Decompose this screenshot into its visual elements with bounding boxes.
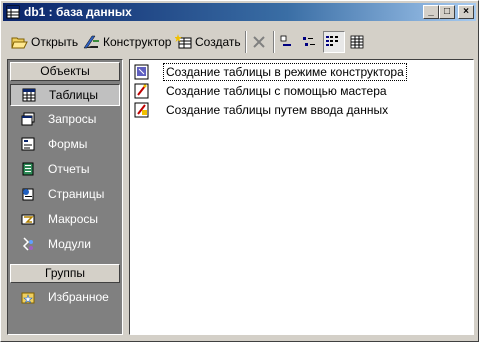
list-item-label: Создание таблицы с помощью мастера — [166, 84, 387, 98]
list-item[interactable]: Создание таблицы в режиме конструктора — [134, 63, 407, 81]
database-window: db1 : база данных _ □ × Открыть Конструк… — [0, 0, 479, 342]
list-item-label: Создание таблицы путем ввода данных — [166, 103, 389, 117]
create-icon — [175, 34, 192, 49]
objects-item-label: Страницы — [48, 187, 105, 201]
query-icon — [21, 112, 35, 126]
form-icon — [21, 137, 35, 151]
list-item[interactable]: Создание таблицы путем ввода данных — [134, 101, 390, 119]
design-icon — [83, 35, 99, 49]
open-label: Открыть — [31, 35, 79, 49]
objects-item-pages[interactable]: Страницы — [10, 183, 120, 205]
window-title: db1 : база данных — [24, 5, 132, 19]
groups-header[interactable]: Группы — [10, 264, 120, 283]
delete-icon — [253, 36, 265, 48]
delete-button[interactable] — [251, 31, 269, 53]
minimize-button[interactable]: _ — [423, 5, 439, 19]
objects-item-label: Модули — [48, 237, 91, 251]
objects-bar: Объекты Таблицы Запросы Формы Отчеты Стр… — [7, 59, 123, 335]
objects-item-label: Формы — [48, 137, 88, 151]
page-icon — [22, 188, 34, 201]
open-icon — [11, 37, 28, 49]
wizard-shortcut-icon — [134, 83, 149, 99]
objects-item-macros[interactable]: Макросы — [10, 208, 120, 230]
objects-item-queries[interactable]: Запросы — [10, 108, 120, 130]
list-icon — [326, 36, 338, 46]
list-view-button[interactable] — [323, 31, 345, 53]
create-label: Создать — [195, 35, 241, 49]
small-icons-button[interactable] — [301, 31, 319, 53]
groups-item-label: Избранное — [48, 290, 109, 304]
create-button[interactable]: Создать — [175, 31, 241, 53]
objects-item-label: Таблицы — [49, 88, 99, 102]
list-item[interactable]: Создание таблицы с помощью мастера — [134, 82, 389, 100]
object-list: Создание таблицы в режиме конструктора С… — [129, 59, 474, 335]
favorites-icon — [21, 292, 35, 304]
details-icon — [350, 35, 364, 49]
objects-item-label: Запросы — [48, 112, 97, 126]
small-icons-icon — [303, 37, 315, 46]
large-icons-button[interactable] — [279, 31, 297, 53]
list-item-label: Создание таблицы в режиме конструктора — [163, 63, 407, 81]
large-icons-icon — [280, 35, 291, 46]
design-shortcut-icon — [134, 64, 149, 80]
objects-item-tables[interactable]: Таблицы — [10, 84, 120, 106]
groups-item-favorites[interactable]: Избранное — [10, 286, 120, 308]
title-bar[interactable]: db1 : база данных _ □ × — [3, 3, 476, 21]
datasheet-shortcut-icon — [134, 102, 149, 118]
table-icon — [22, 88, 36, 102]
objects-header[interactable]: Объекты — [10, 62, 120, 81]
toolbar-separator — [245, 31, 247, 53]
report-icon — [22, 162, 34, 176]
toolbar: Открыть Конструктор Создать — [3, 25, 476, 59]
macro-icon — [21, 214, 35, 225]
close-button[interactable]: × — [458, 5, 474, 19]
open-button[interactable]: Открыть — [11, 31, 78, 53]
objects-item-forms[interactable]: Формы — [10, 133, 120, 155]
maximize-button[interactable]: □ — [439, 5, 455, 19]
design-button[interactable]: Конструктор — [83, 31, 171, 53]
objects-item-label: Отчеты — [48, 162, 90, 176]
toolbar-separator — [273, 31, 275, 53]
objects-item-reports[interactable]: Отчеты — [10, 158, 120, 180]
module-icon — [22, 237, 33, 251]
objects-item-modules[interactable]: Модули — [10, 233, 120, 255]
objects-item-label: Макросы — [48, 212, 99, 226]
database-icon — [6, 5, 20, 19]
details-view-button[interactable] — [349, 31, 367, 53]
design-label: Конструктор — [103, 35, 172, 49]
